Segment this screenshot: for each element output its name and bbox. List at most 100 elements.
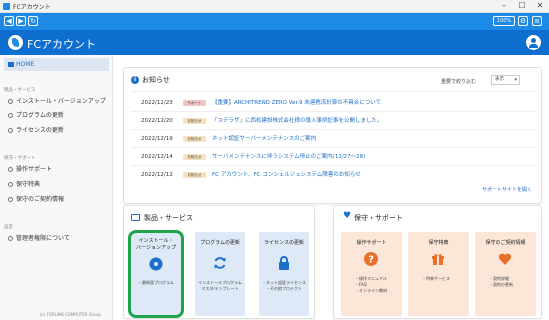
tile-operation-support[interactable]: 操作サポート ? ・操作マニュアル ・FAQ ・オンライン教材	[341, 232, 402, 316]
sidebar-item-label: 保守特典	[16, 181, 41, 188]
sidebar-item-label: プログラムの更新	[16, 112, 64, 119]
app-name: FCアカウント	[27, 38, 97, 51]
notice-badge: お知らせ	[183, 136, 206, 142]
tile-desc: ・特典サービス	[422, 276, 468, 282]
question-icon	[8, 167, 13, 172]
gift-icon	[432, 254, 444, 265]
divider	[131, 129, 536, 130]
sidebar-item-label: インストール・バージョンアップ	[16, 98, 106, 105]
divider	[131, 147, 536, 148]
sidebar-item-maintenance-benefits[interactable]: 保守特典	[4, 179, 110, 190]
app-header: FCアカウント	[0, 30, 549, 55]
minimize-button[interactable]: –	[496, 1, 512, 11]
tile-contract-info[interactable]: 保守のご契約情報 ・契約詳細 ・契約の更新	[475, 232, 536, 316]
lock-icon	[279, 256, 289, 270]
close-button[interactable]: ✕	[532, 1, 548, 11]
heart-icon: ♥	[343, 211, 352, 221]
notice-date: 2022/12/12	[141, 172, 173, 178]
notice-link[interactable]: サーバメンテナンスに伴うシステム停止のご案内(12/27～28)	[212, 151, 365, 163]
sidebar-item-install[interactable]: インストール・バージョンアップ	[4, 96, 110, 107]
browser-toolbar: ◀ ▶ ↻ 100% ⚙ ≡	[0, 13, 549, 30]
divider	[131, 165, 536, 166]
notice-card: i お知らせ 重要で絞り込む 表示 2022/12/23 サポート 【重要】AR…	[123, 67, 542, 204]
notice-date: 2022/12/14	[141, 154, 173, 160]
window-titlebar: FCアカウント – ☐ ✕	[0, 0, 549, 13]
desc-line: ・特典サービス	[422, 276, 450, 281]
sidebar-item-label: 操作サポート	[16, 166, 53, 173]
notice-row[interactable]: 2022/12/19 お知らせ ネット認証サーバーメンテナンスのご案内	[131, 133, 531, 145]
sidebar-item-license-update[interactable]: ライセンスの更新	[4, 125, 110, 136]
highlight-ring	[128, 230, 184, 318]
menu-icon[interactable]: ≡	[532, 16, 542, 26]
desc-line: ・オンライン教材	[355, 288, 387, 293]
app-icon	[3, 3, 10, 10]
sidebar-section-settings: 設定	[4, 225, 13, 230]
sidebar-item-program-update[interactable]: プログラムの更新	[4, 110, 110, 121]
tile-license-update[interactable]: ライセンスの更新 ・ネット認証ライセンス ・その他プロテクト	[259, 232, 309, 316]
notice-badge: お知らせ	[183, 154, 206, 160]
tile-desc: ・契約詳細 ・契約の更新	[489, 276, 535, 288]
notice-badge: サポート	[183, 100, 206, 106]
home-icon	[8, 62, 14, 67]
notice-title: お知らせ	[142, 76, 170, 84]
sidebar-item-label: 保守のご契約情報	[16, 196, 65, 203]
sidebar: HOME 製品・サービス インストール・バージョンアップ プログラムの更新 ライ…	[0, 55, 113, 320]
copyright: (c) FORUM8 COMPUTER Group	[40, 312, 101, 317]
notice-link[interactable]: ネット認証サーバーメンテナンスのご案内	[212, 133, 316, 145]
sidebar-item-operation-support[interactable]: 操作サポート	[4, 164, 110, 175]
monitor-icon	[131, 214, 140, 221]
tile-label: 保守特典	[428, 240, 449, 246]
notice-row[interactable]: 2022/12/12 お知らせ FC アカウント、FC コンシェルジュシステム障…	[131, 169, 531, 181]
fc-logo-icon	[8, 35, 23, 50]
tile-desc: ・操作マニュアル ・FAQ ・オンライン教材	[355, 276, 401, 294]
notice-link[interactable]: FC アカウント、FC コンシェルジュシステム障害のお知らせ	[212, 169, 361, 181]
notice-row[interactable]: 2022/12/23 サポート 【重要】ARCHITREND ZERO Ver.…	[131, 97, 531, 109]
question-icon: ?	[364, 252, 378, 266]
window-title: FCアカウント	[13, 4, 51, 11]
tile-desc: ・その他プロテクト	[266, 286, 302, 291]
refresh-icon	[214, 257, 226, 269]
filter-label: 重要で絞り込む	[441, 79, 477, 85]
notice-link[interactable]: 「ステラザ」に西松建設株式会社様の導入事例記事を公開しました。	[212, 115, 383, 127]
gift-icon	[8, 182, 13, 187]
sidebar-item-admin-rights[interactable]: 管理者権限について	[4, 233, 110, 244]
tile-label: 保守のご契約情報	[485, 240, 526, 246]
notice-date: 2022/12/19	[141, 136, 173, 142]
divider	[131, 111, 536, 112]
notice-badge: お知らせ	[183, 172, 206, 178]
notice-link[interactable]: 【重要】ARCHITREND ZERO Ver.9 未連携流計算の不具合について	[212, 97, 381, 109]
notice-date: 2022/12/20	[141, 118, 173, 124]
maximize-button[interactable]: ☐	[514, 1, 530, 11]
tile-label: ライセンスの更新	[264, 240, 304, 246]
notice-row[interactable]: 2022/12/14 お知らせ サーバメンテナンスに伴うシステム停止のご案内(1…	[131, 151, 531, 163]
forward-button[interactable]: ▶	[16, 16, 26, 26]
back-button[interactable]: ◀	[4, 16, 14, 26]
install-icon	[8, 99, 13, 104]
settings-gear-icon[interactable]: ⚙	[518, 16, 528, 26]
sidebar-item-contract-info[interactable]: 保守のご契約情報	[4, 194, 110, 205]
gear-icon	[8, 236, 13, 241]
notice-row[interactable]: 2022/12/20 お知らせ 「ステラザ」に西松建設株式会社様の導入事例記事を…	[131, 115, 531, 127]
sidebar-item-label: 管理者権限について	[16, 235, 70, 242]
sidebar-item-label: ライセンスの更新	[16, 127, 64, 134]
tile-label: 操作サポート	[356, 240, 387, 246]
tile-desc: インストールプログラム	[198, 280, 242, 285]
notice-badge: お知らせ	[183, 118, 206, 124]
tile-desc: マスタ/テンプレート	[201, 286, 239, 291]
lock-icon	[8, 128, 13, 133]
filter-select[interactable]: 表示	[491, 75, 520, 85]
support-site-link[interactable]: サポートサイトを開く	[482, 186, 532, 193]
tile-program-update[interactable]: プログラムの更新 インストールプログラム マスタ/テンプレート	[195, 232, 245, 316]
sidebar-item-home[interactable]: HOME	[4, 58, 109, 71]
tile-maintenance-benefits[interactable]: 保守特典 ・特典サービス	[408, 232, 469, 316]
support-title: 保守・サポート	[354, 214, 403, 222]
divider	[131, 91, 536, 92]
desc-line: ・契約の更新	[489, 282, 513, 287]
heart-icon	[8, 197, 13, 202]
info-icon: i	[131, 76, 139, 84]
reload-button[interactable]: ↻	[28, 16, 38, 26]
heart-icon	[498, 253, 512, 265]
user-account-icon[interactable]	[526, 35, 541, 50]
zoom-level[interactable]: 100%	[493, 16, 515, 26]
tile-label: プログラムの更新	[200, 240, 240, 246]
